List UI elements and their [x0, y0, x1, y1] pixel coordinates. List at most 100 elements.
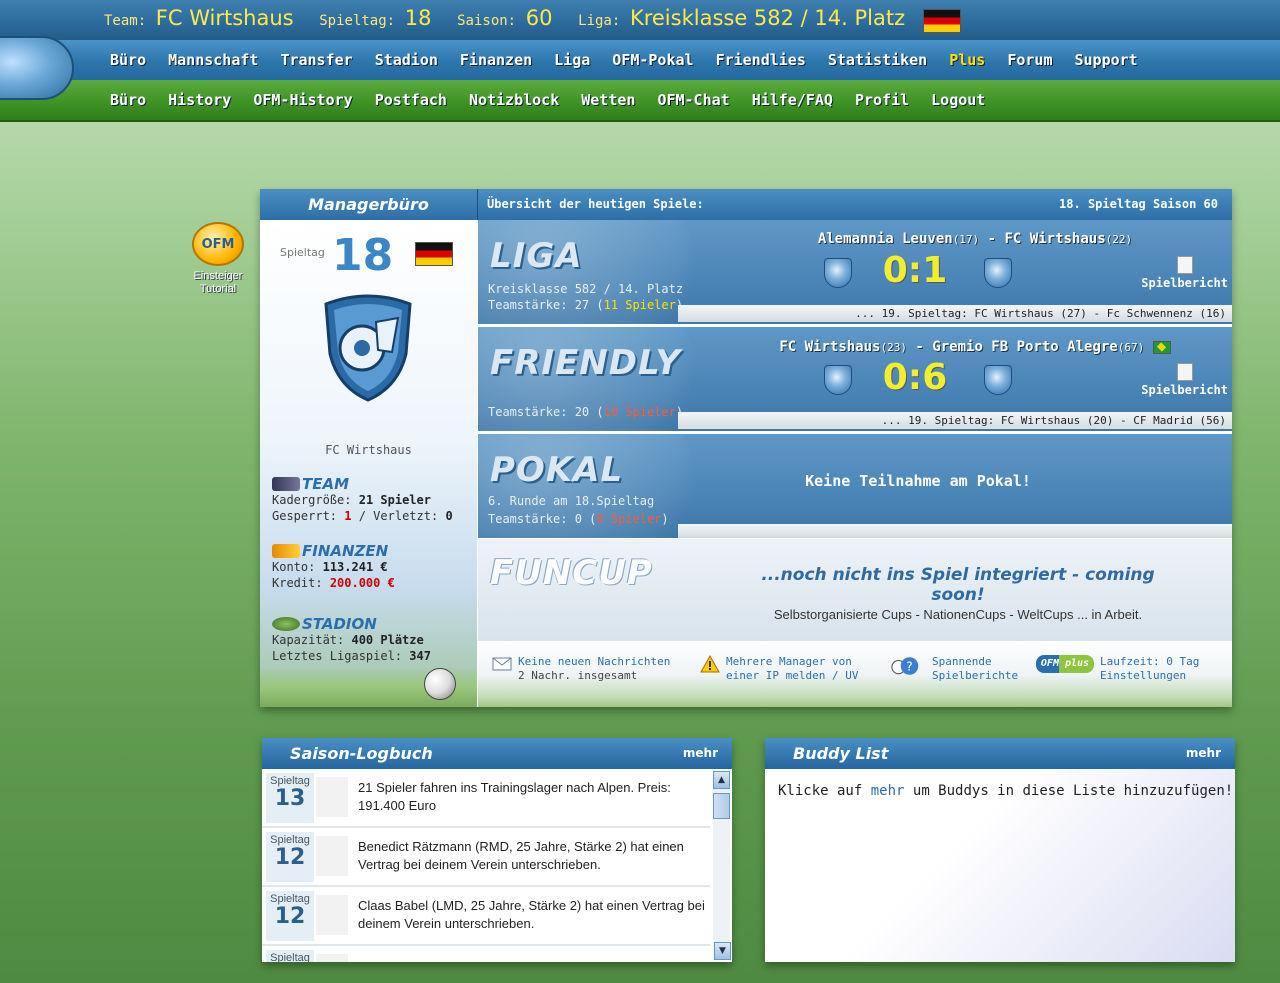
kapazitaet-value: 400 Plätze: [351, 633, 424, 647]
logbuch-scrollbar[interactable]: ▲ ▼: [713, 771, 731, 960]
ball-question-icon: ?: [891, 657, 919, 675]
nav-sub-ofm-history[interactable]: OFM-History: [253, 91, 352, 109]
scroll-down-icon[interactable]: ▼: [714, 942, 731, 960]
spieltag-label: Spieltag:: [319, 13, 396, 29]
ip-report-link[interactable]: Mehrere Manager von einer IP melden / UV: [700, 655, 858, 683]
nav-main-support[interactable]: Support: [1075, 51, 1138, 69]
stadion-title[interactable]: STADION: [272, 616, 431, 632]
messages-link[interactable]: Keine neuen Nachrichten 2 Nachr. insgesam…: [492, 655, 670, 683]
friendly-spielbericht-label: Spielbericht: [1141, 383, 1228, 397]
tutorial-label[interactable]: Einsteiger Tutorial: [188, 270, 248, 296]
ofm-tutorial-icon[interactable]: OFM: [192, 222, 244, 266]
ofm-plus-link[interactable]: OFM plus Laufzeit: 0 Tag Einstellungen: [1036, 655, 1199, 683]
nav-sub-postfach[interactable]: Postfach: [375, 91, 447, 109]
kader-label: Kadergröße:: [272, 493, 352, 507]
nav-main-plus[interactable]: Plus: [949, 51, 985, 69]
nav-main-finanzen[interactable]: Finanzen: [460, 51, 532, 69]
logbuch-day-block: Spieltag 12: [266, 891, 314, 941]
top-info-bar: Team: FC Wirtshaus Spieltag: 18 Saison: …: [0, 0, 1280, 40]
nav-sub-büro[interactable]: Büro: [110, 91, 146, 109]
ofm-plus-einstellungen[interactable]: Einstellungen: [1100, 669, 1199, 683]
logbuch-day-number: 12: [274, 904, 306, 929]
konto-value: 113.241 €: [322, 560, 388, 574]
nav-sub-logout[interactable]: Logout: [931, 91, 985, 109]
pokal-message: Keine Teilnahme am Pokal!: [805, 472, 1031, 490]
nav-main-stadion[interactable]: Stadion: [375, 51, 438, 69]
nav-main-transfer[interactable]: Transfer: [280, 51, 352, 69]
nav-main-büro[interactable]: Büro: [110, 51, 146, 69]
nav-sub-hilfe-faq[interactable]: Hilfe/FAQ: [752, 91, 833, 109]
ofm-logo-swoosh[interactable]: [0, 36, 74, 100]
panel-header: Managerbüro Übersicht der heutigen Spiel…: [260, 189, 1232, 220]
club-crest-icon[interactable]: [318, 292, 418, 402]
einsteiger-tutorial[interactable]: OFM Einsteiger Tutorial: [188, 222, 248, 296]
nav-sub-history[interactable]: History: [168, 91, 231, 109]
friendly-away-strength: (67): [1117, 341, 1145, 354]
messages-total: 2 Nachr. insgesamt: [518, 669, 638, 682]
spielberichte-line2: Spielberichte: [932, 669, 1019, 682]
nav-main-liga[interactable]: Liga: [554, 51, 590, 69]
logbuch-day-block: Spieltag: [266, 950, 314, 962]
sidebar-spieltag-number: 18: [332, 230, 394, 281]
nav-main-mannschaft[interactable]: Mannschaft: [168, 51, 258, 69]
club-name: FC Wirtshaus: [325, 443, 412, 457]
scroll-thumb[interactable]: [713, 793, 730, 819]
saison-label: Saison:: [457, 13, 517, 29]
nav-main-friendlies[interactable]: Friendlies: [716, 51, 806, 69]
buddy-add-link[interactable]: mehr: [871, 783, 905, 799]
friendly-spieler-count[interactable]: 10 Spieler: [604, 405, 676, 419]
verletzt-value: 0: [445, 509, 453, 523]
spielberichte-link[interactable]: ? Spannende Spielberichte: [882, 655, 1018, 683]
logbuch-more-link[interactable]: mehr: [683, 746, 718, 760]
friendly-score[interactable]: 0:6: [538, 357, 1232, 398]
nav-sub-wetten[interactable]: Wetten: [581, 91, 635, 109]
verletzt-label: / Verletzt:: [358, 509, 439, 523]
liga-home-team[interactable]: Alemannia Leuven: [818, 231, 953, 247]
nav-main-ofm-pokal[interactable]: OFM-Pokal: [612, 51, 693, 69]
liga-spieler-count[interactable]: 11 Spieler: [604, 298, 676, 312]
liga-away-team[interactable]: FC Wirtshaus: [1005, 231, 1106, 247]
funcup-heading: FUNCUP: [490, 553, 653, 593]
liga-spielbericht-label: Spielbericht: [1141, 276, 1228, 290]
stadion-section: STADION Kapazität: 400 Plätze Letztes Li…: [272, 616, 431, 664]
nav-sub-ofm-chat[interactable]: OFM-Chat: [657, 91, 729, 109]
pokal-spieler-count[interactable]: 0 Spieler: [596, 512, 661, 526]
kredit-label: Kredit:: [272, 576, 323, 590]
friendly-away-team[interactable]: Gremio FB Porto Alegre: [932, 339, 1117, 355]
nav-sub-notizblock[interactable]: Notizblock: [469, 91, 559, 109]
logbuch-entry: Spieltag 12 Benedict Rätzmann (RMD, 25 Jah…: [262, 828, 710, 887]
overview-label: Übersicht der heutigen Spiele:: [487, 197, 704, 211]
logbuch-entry-text: Claas Babel (LMD, 25 Jahre, Stärke 2) ha…: [358, 898, 705, 931]
friendly-spielbericht-link[interactable]: Spielbericht: [1141, 363, 1228, 397]
friendly-staerke-pre: Teamstärke: 20 (: [488, 405, 604, 419]
sub-nav: Büro History OFM-History Postfach Notizblock…: [0, 80, 1280, 122]
funcup-coming-soon: ...noch nicht ins Spiel integriert - com…: [761, 565, 1155, 605]
liga-score[interactable]: 0:1: [538, 250, 1232, 291]
finanzen-title[interactable]: FINANZEN: [272, 543, 395, 559]
friendly-away-crest-icon: [984, 365, 1012, 395]
finanzen-section: FINANZEN Konto: 113.241 € Kredit: 200.00…: [272, 543, 395, 591]
saison-logbuch-box: Saison-Logbuch mehr Spieltag 13 21 Spieler…: [262, 738, 732, 962]
funcup-row: FUNCUP ...noch nicht ins Spiel integrier…: [478, 539, 1232, 641]
team-title[interactable]: TEAM: [272, 476, 453, 492]
letztes-ligaspiel-value: 347: [409, 649, 431, 663]
nav-main-statistiken[interactable]: Statistiken: [828, 51, 927, 69]
liga-spielbericht-link[interactable]: Spielbericht: [1141, 256, 1228, 290]
brazil-flag-icon: [1152, 340, 1171, 354]
liga-next-match[interactable]: ... 19. Spieltag: FC Wirtshaus (27) - Fc…: [678, 305, 1232, 322]
logbuch-day-block: Spieltag 13: [266, 773, 314, 823]
money-icon: [272, 544, 300, 558]
scroll-up-icon[interactable]: ▲: [713, 771, 730, 789]
friendly-home-strength: (23): [880, 341, 907, 354]
sidebar-spieltag-label: Spieltag: [280, 246, 325, 259]
nav-main-forum[interactable]: Forum: [1007, 51, 1052, 69]
buddy-more-link[interactable]: mehr: [1186, 746, 1221, 760]
logbuch-player-icon: [316, 836, 348, 876]
stadium-icon: [272, 617, 300, 631]
friendly-next-match[interactable]: ... 19. Spieltag: FC Wirtshaus (20) - CF…: [678, 412, 1232, 429]
kredit-value: 200.000 €: [329, 576, 395, 590]
gesperrt-label: Gesperrt:: [272, 509, 338, 523]
nav-sub-profil[interactable]: Profil: [855, 91, 909, 109]
friendly-home-team[interactable]: FC Wirtshaus: [779, 339, 880, 355]
panel-footer-links: Keine neuen Nachrichten 2 Nachr. insgesam…: [478, 641, 1232, 707]
